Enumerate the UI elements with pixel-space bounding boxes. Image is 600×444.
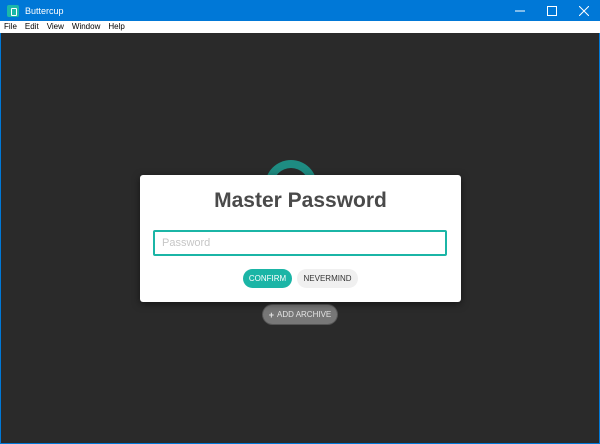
- maximize-icon: [547, 5, 557, 16]
- confirm-button[interactable]: CONFIRM: [243, 269, 292, 288]
- password-input[interactable]: [153, 230, 447, 256]
- add-archive-button[interactable]: + ADD ARCHIVE: [263, 305, 337, 324]
- menu-edit[interactable]: Edit: [25, 21, 39, 33]
- menu-bar: File Edit View Window Help: [0, 21, 600, 33]
- minimize-icon: [515, 10, 525, 11]
- menu-window[interactable]: Window: [72, 21, 100, 33]
- close-button[interactable]: [568, 0, 600, 21]
- menu-help[interactable]: Help: [108, 21, 124, 33]
- dialog-title: Master Password: [214, 189, 387, 212]
- plus-icon: +: [268, 309, 275, 320]
- window-controls: [504, 0, 600, 21]
- master-password-dialog: Master Password CONFIRM NEVERMIND: [140, 175, 461, 302]
- menu-file[interactable]: File: [4, 21, 17, 33]
- buttercup-app-icon: [7, 4, 19, 17]
- minimize-button[interactable]: [504, 0, 536, 21]
- nevermind-button[interactable]: NEVERMIND: [297, 269, 358, 288]
- add-archive-label: ADD ARCHIVE: [277, 310, 332, 319]
- close-icon: [579, 5, 589, 16]
- dialog-button-row: CONFIRM NEVERMIND: [140, 269, 461, 288]
- title-bar[interactable]: Buttercup: [0, 0, 600, 21]
- maximize-button[interactable]: [536, 0, 568, 21]
- menu-view[interactable]: View: [47, 21, 64, 33]
- window-title: Buttercup: [25, 5, 64, 16]
